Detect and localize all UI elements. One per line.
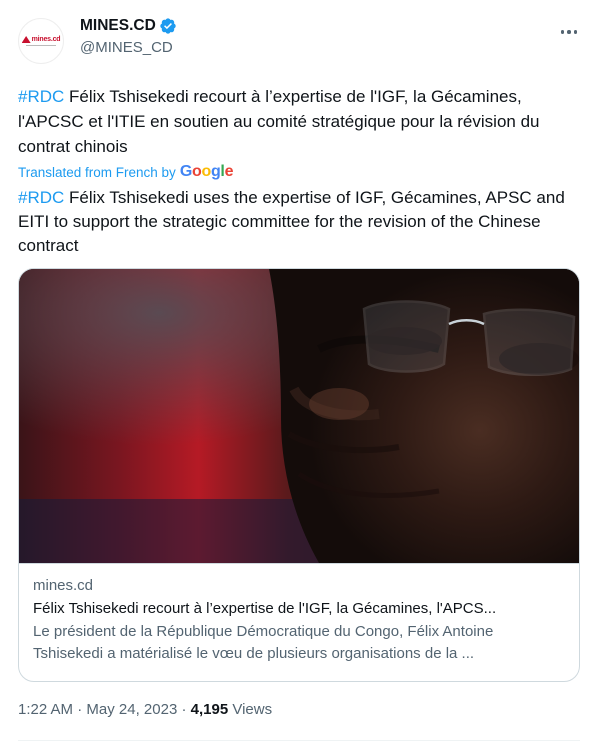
author-display-name[interactable]: MINES.CD bbox=[80, 17, 156, 35]
tweet-original-text: #RDC Félix Tshisekedi recourt à l’expert… bbox=[18, 84, 578, 159]
author-avatar[interactable]: mines.cd bbox=[18, 18, 64, 64]
card-image[interactable] bbox=[19, 269, 579, 563]
verified-badge-icon bbox=[160, 18, 176, 34]
author-info: MINES.CD @MINES_CD bbox=[80, 17, 177, 56]
tweet-date[interactable]: May 24, 2023 bbox=[86, 701, 177, 718]
meta-separator: · bbox=[77, 701, 83, 718]
translated-text-body: Félix Tshisekedi uses the expertise of I… bbox=[18, 188, 565, 255]
translated-hashtag-link[interactable]: #RDC bbox=[18, 188, 64, 207]
tweet-translated-text: #RDC Félix Tshisekedi uses the expertise… bbox=[18, 186, 578, 258]
hashtag-link[interactable]: #RDC bbox=[18, 87, 64, 106]
views-label: Views bbox=[232, 701, 273, 718]
translation-attribution[interactable]: Translated from French by Google bbox=[18, 163, 233, 181]
portrait-photo-icon bbox=[19, 269, 579, 563]
mines-logo-icon: mines.cd bbox=[21, 36, 61, 43]
link-preview-card[interactable]: mines.cd Félix Tshisekedi recourt à l’ex… bbox=[18, 268, 580, 682]
tweet-header: mines.cd MINES.CD @MINES_CD bbox=[18, 14, 583, 64]
tweet-metadata: 1:22 AM · May 24, 2023 · 4,195 Views bbox=[18, 701, 272, 718]
card-title: Félix Tshisekedi recourt à l’expertise d… bbox=[33, 600, 497, 617]
card-description: Le président de la République Démocratiq… bbox=[33, 623, 494, 662]
logo-underline bbox=[26, 45, 56, 46]
original-text-body: Félix Tshisekedi recourt à l’expertise d… bbox=[18, 87, 540, 156]
author-handle[interactable]: @MINES_CD bbox=[80, 39, 177, 56]
views-count: 4,195 bbox=[190, 701, 229, 718]
card-meta[interactable]: mines.cd Félix Tshisekedi recourt à l’ex… bbox=[19, 563, 579, 681]
meta-separator-2: · bbox=[181, 701, 187, 718]
translated-label: Translated from French by bbox=[18, 164, 176, 180]
card-domain: mines.cd bbox=[33, 577, 94, 594]
google-logo-icon: Google bbox=[179, 163, 234, 180]
logo-mark-icon bbox=[21, 36, 31, 43]
tweet-time[interactable]: 1:22 AM bbox=[18, 701, 73, 718]
logo-text: mines.cd bbox=[31, 36, 61, 43]
more-options-icon[interactable] bbox=[559, 22, 579, 42]
